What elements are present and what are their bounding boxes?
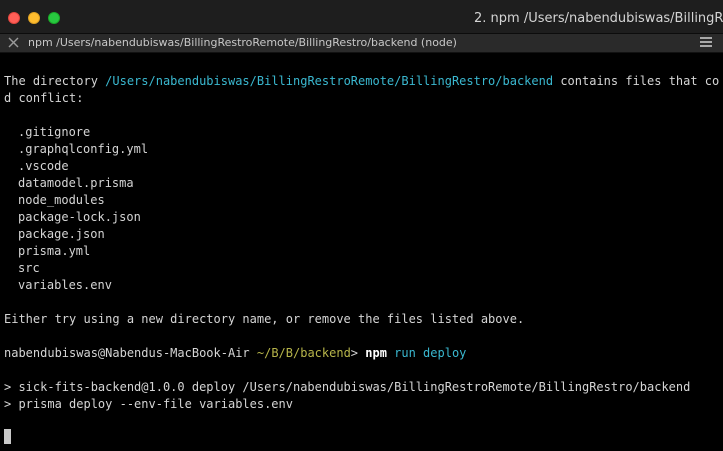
close-window-button[interactable] <box>8 12 20 24</box>
file-item: .graphqlconfig.yml <box>18 142 149 156</box>
file-item: node_modules <box>18 193 105 207</box>
directory-path: /Users/nabendubiswas/BillingRestroRemote… <box>105 74 554 88</box>
command-args: run deploy <box>386 346 467 360</box>
zoom-window-button[interactable] <box>48 12 60 24</box>
tab-label[interactable]: npm /Users/nabendubiswas/BillingRestroRe… <box>28 36 457 49</box>
file-item: prisma.yml <box>18 244 91 258</box>
prompt-user-host: nabendubiswas@Nabendus-MacBook-Air <box>4 346 257 360</box>
shell-prompt-line: nabendubiswas@Nabendus-MacBook-Air ~/B/B… <box>4 345 720 362</box>
npm-script-output-line: > sick-fits-backend@1.0.0 deploy /Users/… <box>4 380 691 394</box>
file-item: variables.env <box>18 278 112 292</box>
file-item: src <box>18 261 40 275</box>
advice-line: Either try using a new directory name, o… <box>4 312 525 326</box>
hamburger-menu-icon[interactable] <box>700 37 712 47</box>
window-titlebar: 2. npm /Users/nabendubiswas/BillingRestr <box>0 0 723 34</box>
file-item: package-lock.json <box>18 210 141 224</box>
file-item: datamodel.prisma <box>18 176 134 190</box>
terminal-output[interactable]: The directory /Users/nabendubiswas/Billi… <box>4 73 720 413</box>
file-item: .vscode <box>18 159 69 173</box>
prompt-directory: ~/B/B/backend <box>256 346 351 360</box>
terminal-cursor <box>4 429 11 444</box>
conflict-message-line: The directory /Users/nabendubiswas/Billi… <box>4 74 720 88</box>
close-icon[interactable] <box>7 36 20 49</box>
file-item: package.json <box>18 227 105 241</box>
tab-bar: npm /Users/nabendubiswas/BillingRestroRe… <box>0 34 723 53</box>
minimize-window-button[interactable] <box>28 12 40 24</box>
window-title: 2. npm /Users/nabendubiswas/BillingRestr <box>474 11 723 26</box>
conflict-message-continued: d conflict: <box>4 91 84 105</box>
command-name: npm <box>365 346 387 360</box>
prompt-symbol: > <box>350 346 366 360</box>
npm-script-output-line: > prisma deploy --env-file variables.env <box>4 397 293 411</box>
file-item: .gitignore <box>18 125 91 139</box>
